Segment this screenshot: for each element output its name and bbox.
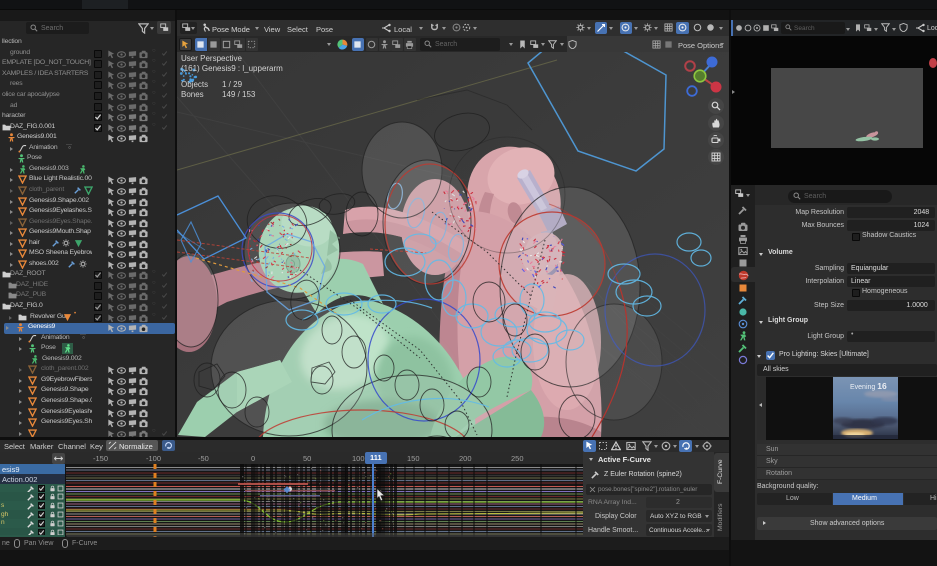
svg-text:149 / 153: 149 / 153: [222, 90, 256, 99]
svg-text:1 / 29: 1 / 29: [222, 80, 243, 89]
svg-text:Objects: Objects: [181, 80, 208, 89]
svg-text:(161) Genesis9 : l_upperarm: (161) Genesis9 : l_upperarm: [181, 64, 283, 73]
svg-text:Bones: Bones: [181, 90, 204, 99]
svg-text:User Perspective: User Perspective: [181, 54, 242, 63]
